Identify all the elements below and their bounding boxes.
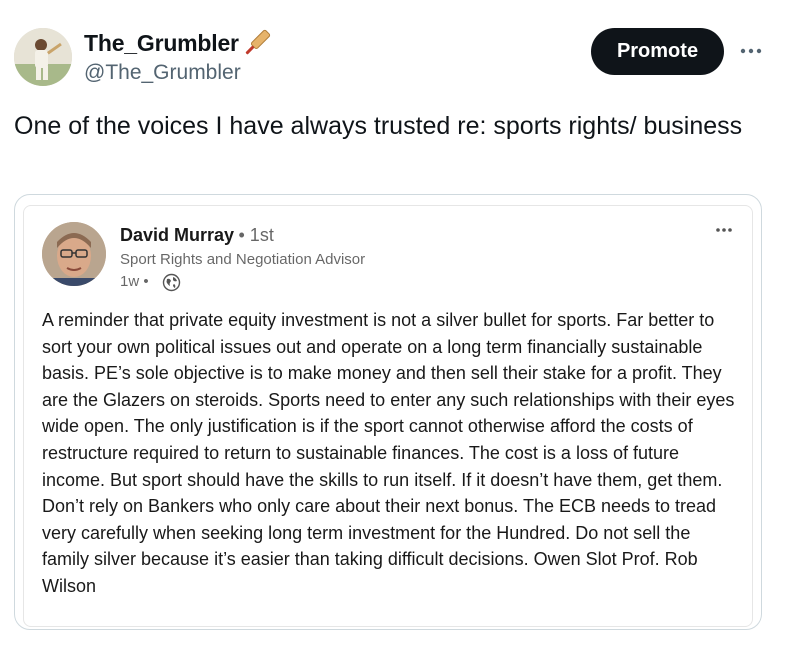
linkedin-author-name[interactable]: David Murray <box>120 225 234 245</box>
linkedin-author-title: Sport Rights and Negotiation Advisor <box>120 251 366 268</box>
connection-degree: • 1st <box>238 225 274 245</box>
more-horizontal-icon[interactable] <box>736 36 766 66</box>
post-time: 1w • <box>120 273 149 290</box>
more-horizontal-icon[interactable] <box>712 222 736 238</box>
globe-icon <box>162 273 181 292</box>
linkedin-author-avatar[interactable] <box>42 222 106 286</box>
promote-button[interactable]: Promote <box>591 28 724 75</box>
linkedin-author-row: David Murray • 1st <box>120 225 274 249</box>
author-handle[interactable]: @The_Grumbler <box>84 60 241 86</box>
tweet-text: One of the voices I have always trusted … <box>14 112 743 140</box>
tweet-header: The_Grumbler @The_Grumbler Promote <box>14 26 774 92</box>
cricket-bat-icon <box>240 26 274 60</box>
linkedin-post-body: A reminder that private equity investmen… <box>42 310 735 596</box>
author-avatar[interactable] <box>14 28 72 86</box>
author-display-name[interactable]: The_Grumbler <box>84 30 239 56</box>
